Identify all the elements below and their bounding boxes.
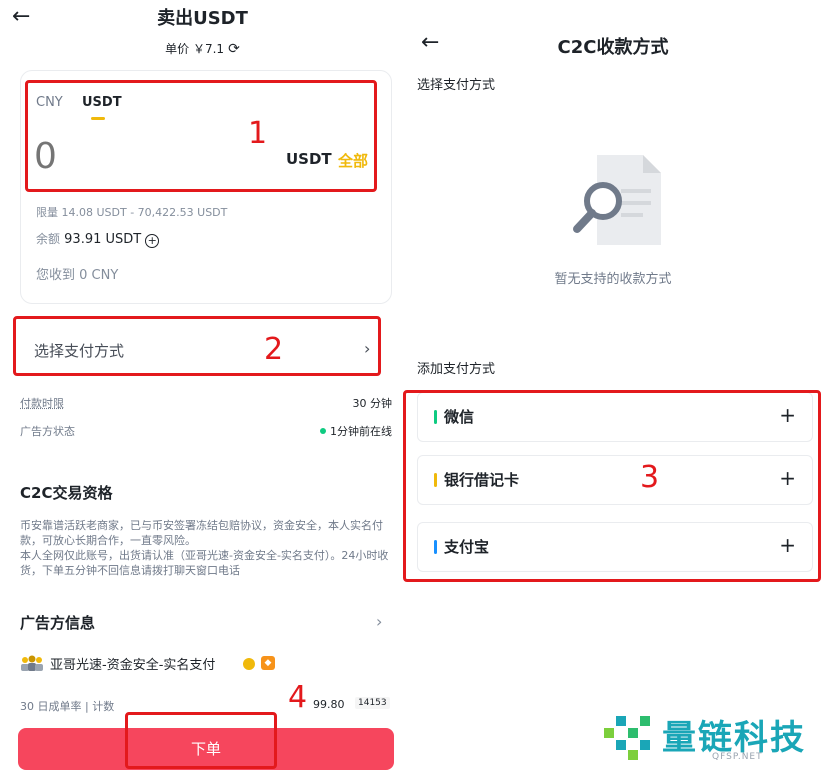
unit-price-text: 单价 ￥7.1 — [165, 42, 225, 56]
add-circle-icon[interactable]: + — [145, 234, 160, 248]
merchant-name[interactable]: 亚哥光速-资金安全-实名支付 — [50, 654, 215, 673]
annotation-box-4 — [125, 712, 277, 769]
balance-value: 93.91 USDT — [64, 232, 142, 247]
balance-label: 余额 — [36, 232, 61, 246]
limit-text: 限量 14.08 USDT - 70,422.53 USDT — [36, 206, 228, 219]
c2c-title: C2C交易资格 — [20, 484, 113, 502]
ad-status-label: 广告方状态 — [20, 425, 75, 438]
annotation-box-3 — [403, 390, 821, 582]
unit-price: 单价 ￥7.1 ⟳ — [0, 40, 405, 57]
methods-title: C2C收款方式 — [557, 37, 669, 58]
add-pay-label: 添加支付方式 — [417, 362, 496, 377]
ad-status-text: 1分钟前在线 — [330, 425, 392, 438]
refresh-icon[interactable]: ⟳ — [228, 41, 240, 57]
balance-row: 余额 93.91 USDT + — [36, 230, 160, 248]
empty-state-text: 暂无支持的收款方式 — [554, 272, 672, 287]
ad-status-value: 1分钟前在线 — [320, 423, 392, 439]
merchant-group-icon — [21, 655, 43, 671]
stats-label: 30 日成单率 | 计数 — [20, 700, 115, 713]
watermark-domain: QFSP.NET — [712, 752, 763, 762]
verified-badge-icon — [243, 658, 255, 670]
stats-rate: 99.80 — [313, 698, 345, 711]
stats-count: 14153 — [355, 697, 390, 709]
payment-methods-panel: ← C2C收款方式 选择支付方式 暂无支持的收款方式 添加支付方式 微信 + 银… — [405, 0, 821, 771]
c2c-description: 币安靠谱活跃老商家，已与币安签署冻结包赔协议，资金安全，本人实名付款，可放心长期… — [20, 519, 389, 577]
pay-time-value: 30 分钟 — [352, 397, 393, 410]
annotation-number-2: 2 — [264, 332, 284, 367]
receive-text: 您收到 0 CNY — [36, 268, 119, 283]
advertiser-title: 广告方信息 — [20, 614, 96, 632]
annotation-box-2 — [13, 316, 381, 376]
pay-time-label: 付款时限 — [20, 397, 64, 410]
annotation-box-1 — [25, 80, 377, 192]
annotation-number-1: 1 — [248, 116, 268, 151]
annotation-number-4: 4 — [288, 680, 308, 715]
select-pay-label: 选择支付方式 — [417, 78, 496, 93]
watermark-logo-icon — [604, 716, 650, 760]
chevron-right-icon[interactable]: › — [376, 612, 382, 631]
empty-search-document-icon — [573, 155, 661, 245]
page-title: 卖出USDT — [157, 8, 248, 29]
online-dot-icon — [320, 428, 326, 434]
merchant-badge-icon: ◆ — [261, 656, 275, 670]
annotation-number-3: 3 — [640, 460, 660, 495]
